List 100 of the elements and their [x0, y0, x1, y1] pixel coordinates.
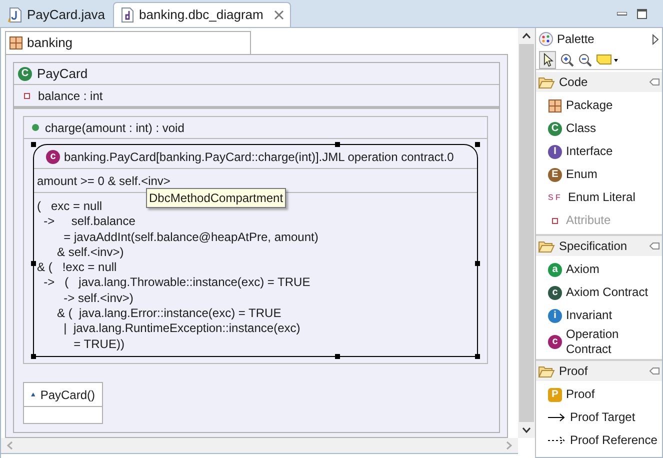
package-header[interactable]: banking: [5, 31, 251, 54]
tab-label: PayCard.java: [27, 6, 106, 24]
precondition-text: amount >= 0 & self.<inv>: [37, 172, 170, 190]
palette-item[interactable]: Package: [536, 94, 662, 117]
private-field-icon: [24, 92, 30, 98]
java-file-icon: [8, 6, 22, 22]
palette-item[interactable]: S F Enum Literal: [536, 186, 662, 209]
pointer-tool-icon[interactable]: [539, 50, 556, 68]
class-icon: C: [18, 66, 32, 80]
constructor-name: PayCard(): [40, 386, 95, 404]
package-icon: [548, 98, 562, 112]
letter-badge-icon: E: [548, 168, 562, 182]
palette-item[interactable]: I Interface: [536, 140, 662, 163]
palette-item-label: Axiom Contract: [566, 285, 648, 300]
diagram-file-icon: [120, 7, 134, 23]
letter-badge-icon: a: [548, 262, 562, 276]
letter-badge-icon: c: [548, 335, 562, 349]
zoom-out-icon[interactable]: [578, 52, 592, 66]
letter-badge-icon: P: [548, 388, 562, 402]
palette-item[interactable]: c Axiom Contract: [536, 281, 662, 304]
contract-box[interactable]: [33, 144, 478, 357]
selection-handle[interactable]: [31, 261, 36, 266]
open-folder-icon: [538, 240, 555, 252]
letter-badge-icon: i: [548, 308, 562, 322]
palette-item-label: Proof Target: [570, 410, 636, 425]
close-icon[interactable]: [274, 10, 284, 20]
editor-tab[interactable]: banking.dbc_diagram: [113, 2, 292, 27]
triangle-icon: [31, 391, 36, 398]
vertical-scrollbar[interactable]: [518, 28, 535, 438]
postcondition-line: -> self.<inv>): [62, 290, 134, 306]
selection-handle[interactable]: [335, 354, 340, 359]
postcondition-line: & ( !exc = null: [37, 260, 117, 276]
palette-drawer-header[interactable]: Proof: [536, 361, 662, 381]
selection-handle[interactable]: [31, 354, 36, 359]
selection-handle[interactable]: [475, 142, 480, 147]
letter-badge-icon: I: [548, 144, 562, 158]
palette-drawer-header[interactable]: Code: [536, 72, 662, 92]
palette-item-label: Class: [566, 121, 596, 136]
selection-handle[interactable]: [335, 142, 340, 147]
palette-item[interactable]: P Proof: [536, 383, 662, 406]
palette-item[interactable]: Proof Target: [536, 406, 662, 429]
selection-handle[interactable]: [31, 142, 36, 147]
package-icon: [9, 36, 23, 50]
drawer-label: Specification: [559, 238, 628, 255]
palette-item[interactable]: a Axiom: [536, 258, 662, 281]
palette-item-label: Interface: [566, 144, 613, 159]
literal-icon: S F: [548, 194, 564, 202]
palette-title: Palette: [557, 31, 596, 48]
contract-title: banking.PayCard[banking.PayCard::charge(int)].JML operation contract.0: [64, 148, 454, 166]
palette-item-label: Operation Contract: [566, 327, 620, 357]
palette-item-label: Invariant: [566, 308, 612, 323]
drawer-label: Code: [559, 74, 589, 91]
letter-badge-icon: C: [548, 122, 562, 136]
tab-label: banking.dbc_diagram: [139, 6, 264, 24]
attribute-icon: [552, 218, 558, 224]
pin-icon[interactable]: [649, 78, 660, 86]
class-name: PayCard: [37, 64, 88, 83]
palette-item-label: Proof Reference: [570, 433, 658, 448]
note-icon[interactable]: [596, 54, 618, 66]
drawer-label: Proof: [559, 363, 589, 380]
letter-badge-icon: c: [548, 286, 562, 300]
contract-icon: c: [46, 150, 60, 164]
maximize-icon[interactable]: [637, 8, 647, 18]
postcondition-line: = javaAddInt(self.balance@heapAtPre, amount): [62, 230, 318, 245]
palette-item[interactable]: Proof Reference: [536, 429, 662, 452]
palette-item-label: Package: [566, 98, 613, 113]
public-method-icon: [32, 124, 39, 131]
postcondition-line: & self.<inv>): [56, 244, 124, 260]
tooltip: DbcMethodCompartment: [146, 188, 286, 208]
postcondition-line: -> ( java.lang.Throwable::instance(exc) = TRUE: [42, 275, 310, 291]
minimize-icon[interactable]: [617, 12, 627, 16]
arrow-icon: [548, 413, 566, 422]
open-folder-icon: [538, 364, 555, 378]
postcondition-line: | java.lang.RuntimeException::instance(exc): [62, 321, 300, 337]
palette-item[interactable]: E Enum: [536, 163, 662, 186]
palette-item-label: Attribute: [566, 213, 611, 228]
palette-item-label: Enum Literal: [568, 190, 636, 205]
open-folder-icon: [538, 76, 555, 88]
package-name: banking: [27, 34, 73, 52]
palette-item[interactable]: i Invariant: [536, 304, 662, 327]
operation-signature: charge(amount : int) : void: [45, 120, 184, 136]
arrow-icon: [548, 436, 566, 445]
selection-handle[interactable]: [475, 354, 480, 359]
attribute-text: balance : int: [38, 88, 103, 104]
operation-box[interactable]: [23, 116, 488, 364]
postcondition-line: = TRUE)): [72, 336, 124, 352]
selection-handle[interactable]: [475, 261, 480, 266]
palette-icon: [539, 32, 553, 46]
zoom-in-icon[interactable]: [560, 52, 574, 66]
collapse-arrow-icon[interactable]: [652, 34, 659, 44]
palette-item[interactable]: C Class: [536, 117, 662, 140]
palette-item-label: Enum: [566, 167, 598, 182]
constructor-box[interactable]: PayCard(): [23, 382, 103, 424]
postcondition-line: -> self.balance: [42, 214, 136, 230]
palette-drawer-header[interactable]: Specification: [536, 236, 662, 256]
postcondition-line: ( exc = null: [37, 199, 102, 214]
pin-icon[interactable]: [649, 367, 660, 375]
pin-icon[interactable]: [649, 242, 660, 250]
scrollbar-thumb[interactable]: [519, 44, 534, 422]
postcondition-line: & ( java.lang.Error::instance(exc) = TRUE: [56, 306, 282, 322]
